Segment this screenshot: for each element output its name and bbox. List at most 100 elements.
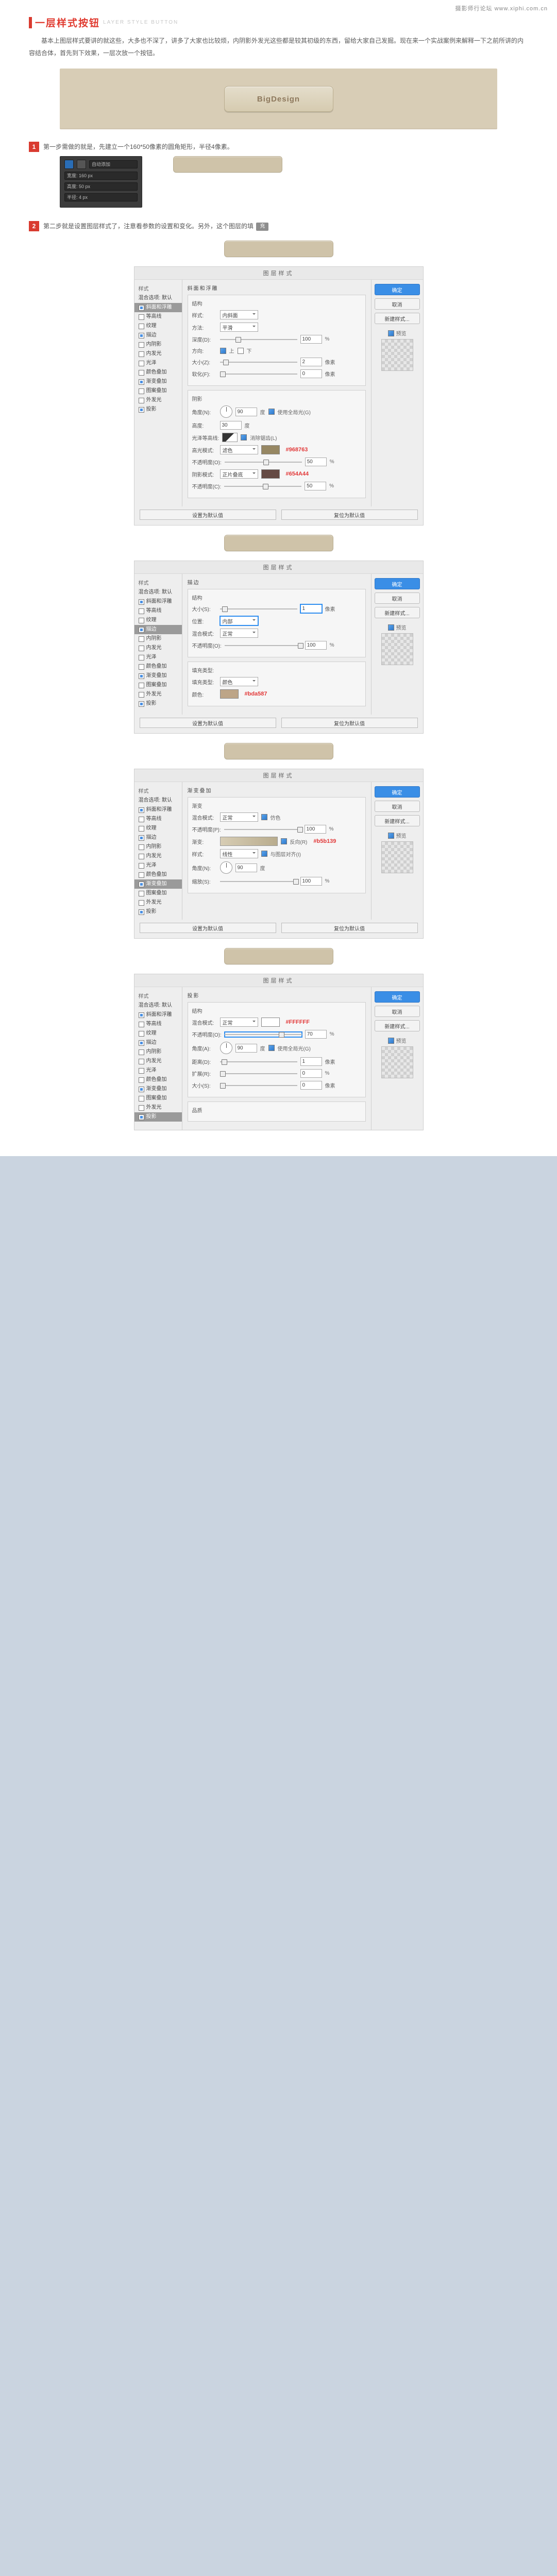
select[interactable]: 内部 [220, 616, 258, 625]
sidebar-item[interactable]: 图案叠加 [134, 889, 182, 898]
color-swatch[interactable] [220, 689, 239, 699]
select[interactable]: 线性 [220, 849, 258, 858]
checkbox-icon[interactable] [139, 1114, 144, 1120]
big-design-button[interactable]: BigDesign [224, 86, 333, 112]
sidebar-item[interactable]: 描边 [134, 1038, 182, 1047]
sidebar-item[interactable]: 混合选项: 默认 [134, 588, 182, 597]
contour-picker[interactable] [222, 433, 238, 442]
slider[interactable] [220, 879, 297, 884]
sidebar-item[interactable]: 纹理 [134, 1029, 182, 1038]
sidebar-item[interactable]: 等高线 [134, 312, 182, 321]
checkbox-icon[interactable] [139, 826, 144, 832]
checkbox-icon[interactable] [139, 1022, 144, 1027]
footer-button[interactable]: 设置为默认值 [140, 923, 276, 933]
checkbox-icon[interactable] [139, 844, 144, 850]
select[interactable]: 内斜面 [220, 310, 258, 319]
cancel-button[interactable]: 取消 [375, 801, 420, 812]
checkbox-icon[interactable] [139, 863, 144, 869]
checkbox-icon[interactable] [139, 361, 144, 366]
checkbox-icon[interactable] [139, 379, 144, 385]
slider[interactable] [224, 484, 301, 489]
sidebar-item[interactable]: 描边 [134, 331, 182, 340]
checkbox-icon[interactable] [139, 398, 144, 403]
checkbox-icon[interactable] [139, 1031, 144, 1037]
sidebar-item[interactable]: 渐变叠加 [134, 671, 182, 681]
value-input[interactable]: 0 [300, 1081, 322, 1090]
slider[interactable] [220, 371, 297, 377]
sidebar-item[interactable]: 光泽 [134, 861, 182, 870]
sidebar-item[interactable]: 投影 [134, 699, 182, 708]
sidebar-item[interactable]: 光泽 [134, 359, 182, 368]
sidebar-item[interactable]: 图案叠加 [134, 681, 182, 690]
value-input[interactable]: 1 [300, 1057, 322, 1066]
checkbox-icon[interactable] [139, 388, 144, 394]
sidebar-item[interactable]: 内发光 [134, 643, 182, 653]
checkbox-icon[interactable] [139, 900, 144, 906]
checkbox-icon[interactable] [139, 854, 144, 859]
color-swatch[interactable] [261, 445, 280, 454]
sidebar-item[interactable]: 外发光 [134, 396, 182, 405]
sidebar-item[interactable]: 图案叠加 [134, 1094, 182, 1103]
checkbox-icon[interactable] [139, 835, 144, 841]
checkbox-icon[interactable] [139, 370, 144, 376]
checkbox-icon[interactable] [139, 342, 144, 348]
checkbox[interactable] [268, 409, 275, 415]
footer-button[interactable]: 设置为默认值 [140, 510, 276, 520]
sidebar-item[interactable]: 描边 [134, 625, 182, 634]
angle-dial[interactable] [220, 861, 232, 874]
rounded-rect-tool-icon[interactable] [64, 160, 74, 169]
slider[interactable] [220, 337, 297, 342]
sidebar-item[interactable]: 内阴影 [134, 340, 182, 349]
slider[interactable] [225, 643, 302, 648]
checkbox-icon[interactable] [139, 324, 144, 329]
value-input[interactable]: 100 [300, 335, 322, 344]
checkbox-icon[interactable] [139, 1049, 144, 1055]
tool-field-0[interactable]: 自动添加 [89, 160, 138, 168]
sidebar-item[interactable]: 混合选项: 默认 [134, 1001, 182, 1010]
footer-button[interactable]: 复位为默认值 [281, 718, 418, 728]
sidebar-item[interactable]: 内发光 [134, 1057, 182, 1066]
sidebar-item[interactable]: 颜色叠加 [134, 1075, 182, 1084]
checkbox-icon[interactable] [139, 882, 144, 887]
checkbox-icon[interactable] [139, 1077, 144, 1083]
sidebar-item[interactable]: 颜色叠加 [134, 368, 182, 377]
checkbox-icon[interactable] [139, 351, 144, 357]
slider[interactable] [220, 360, 297, 365]
sidebar-item[interactable]: 斜面和浮雕 [134, 597, 182, 606]
cancel-button[interactable]: 取消 [375, 592, 420, 604]
checkbox-icon[interactable] [139, 1105, 144, 1111]
slider[interactable] [225, 460, 302, 465]
new-button[interactable]: 新建样式... [375, 607, 420, 618]
value-input[interactable]: 70 [305, 1030, 327, 1039]
checkbox-icon[interactable] [139, 1040, 144, 1046]
value-input[interactable]: 50 [305, 482, 326, 490]
sidebar-item[interactable]: 内发光 [134, 852, 182, 861]
sidebar-item[interactable]: 混合选项: 默认 [134, 294, 182, 303]
sidebar-item[interactable]: 渐变叠加 [134, 1084, 182, 1094]
select[interactable]: 正常 [220, 812, 258, 822]
sidebar-item[interactable]: 斜面和浮雕 [134, 805, 182, 815]
select[interactable]: 正常 [220, 629, 258, 638]
sidebar-item[interactable]: 纹理 [134, 616, 182, 625]
sidebar-item[interactable]: 混合选项: 默认 [134, 796, 182, 805]
footer-button[interactable]: 复位为默认值 [281, 510, 418, 520]
sidebar-item[interactable]: 外发光 [134, 1103, 182, 1112]
checkbox-icon[interactable] [139, 817, 144, 822]
checkbox-icon[interactable] [139, 1012, 144, 1018]
checkbox-icon[interactable] [139, 1096, 144, 1101]
value-input[interactable]: 1 [300, 604, 322, 613]
radio[interactable] [220, 348, 226, 354]
ok-button[interactable]: 确定 [375, 786, 420, 798]
checkbox-icon[interactable] [139, 599, 144, 605]
checkbox[interactable] [268, 1045, 275, 1051]
color-swatch[interactable] [261, 469, 280, 479]
value-input[interactable]: 100 [305, 641, 327, 650]
value-input[interactable]: 30 [220, 421, 242, 430]
select[interactable]: 正片叠底 [220, 469, 258, 479]
checkbox-icon[interactable] [139, 608, 144, 614]
checkbox-icon[interactable] [139, 664, 144, 670]
checkbox-icon[interactable] [139, 646, 144, 651]
select[interactable]: 滤色 [220, 445, 258, 454]
sidebar-item[interactable]: 渐变叠加 [134, 879, 182, 889]
checkbox[interactable] [261, 814, 267, 820]
